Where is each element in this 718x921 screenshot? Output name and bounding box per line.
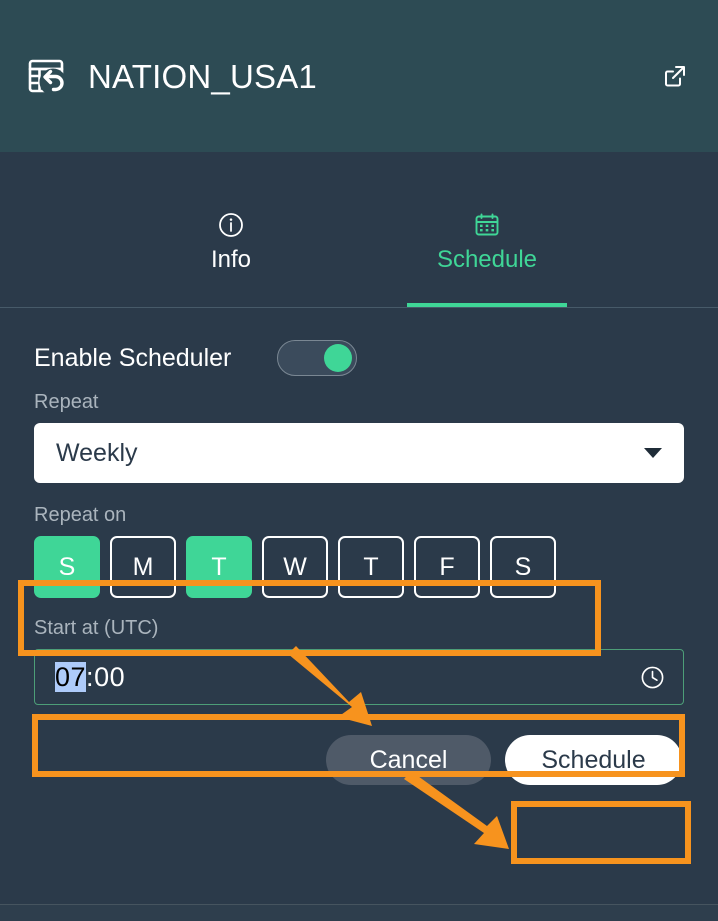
time-minutes-segment[interactable]: 00 [94, 662, 125, 692]
time-separator: : [86, 661, 95, 692]
info-circle-icon [218, 212, 244, 238]
external-link-icon[interactable] [660, 61, 690, 91]
start-at-label: Start at (UTC) [34, 617, 159, 639]
cancel-button[interactable]: Cancel [326, 735, 491, 785]
tab-info[interactable]: Info [151, 212, 311, 308]
time-hours-segment[interactable]: 07 [55, 661, 87, 692]
header-identity: NATION_USA1 [26, 54, 317, 98]
enable-scheduler-row: Enable Scheduler [34, 340, 684, 376]
repeat-on-day-group: S M T W T F S [34, 536, 684, 598]
schedule-panel: Info Schedule Enable Scheduler Repeat We… [0, 152, 718, 921]
tab-schedule[interactable]: Schedule [407, 212, 567, 308]
schedule-button[interactable]: Schedule [505, 735, 682, 785]
repeat-select[interactable]: Weekly [34, 423, 684, 483]
day-button-thursday[interactable]: T [338, 536, 404, 598]
app-header: NATION_USA1 [0, 0, 718, 152]
enable-scheduler-label: Enable Scheduler [34, 343, 232, 372]
toggle-knob [324, 344, 353, 372]
day-button-saturday[interactable]: S [490, 536, 556, 598]
form-actions: Cancel Schedule [34, 735, 684, 785]
schedule-form: Enable Scheduler Repeat Weekly Repeat on… [0, 308, 718, 785]
day-button-wednesday[interactable]: W [262, 536, 328, 598]
tab-divider [0, 307, 718, 308]
day-button-friday[interactable]: F [414, 536, 480, 598]
clock-icon[interactable] [640, 665, 665, 690]
enable-scheduler-toggle[interactable] [277, 340, 358, 376]
day-button-monday[interactable]: M [110, 536, 176, 598]
calendar-icon [474, 212, 500, 238]
tab-info-label: Info [210, 246, 252, 273]
restore-table-icon [26, 54, 70, 98]
day-button-sunday[interactable]: S [34, 536, 100, 598]
page-title: NATION_USA1 [88, 57, 317, 95]
tab-bar: Info Schedule [0, 152, 718, 308]
start-at-time-input[interactable]: 07:00 [34, 649, 684, 705]
chevron-down-icon [644, 448, 662, 458]
repeat-on-label: Repeat on [34, 504, 127, 526]
bottom-strip [0, 905, 718, 921]
start-at-time-value: 07:00 [55, 661, 640, 692]
repeat-label: Repeat [34, 391, 99, 413]
tab-schedule-label: Schedule [436, 246, 538, 273]
repeat-select-value: Weekly [56, 438, 138, 467]
day-button-tuesday[interactable]: T [186, 536, 252, 598]
